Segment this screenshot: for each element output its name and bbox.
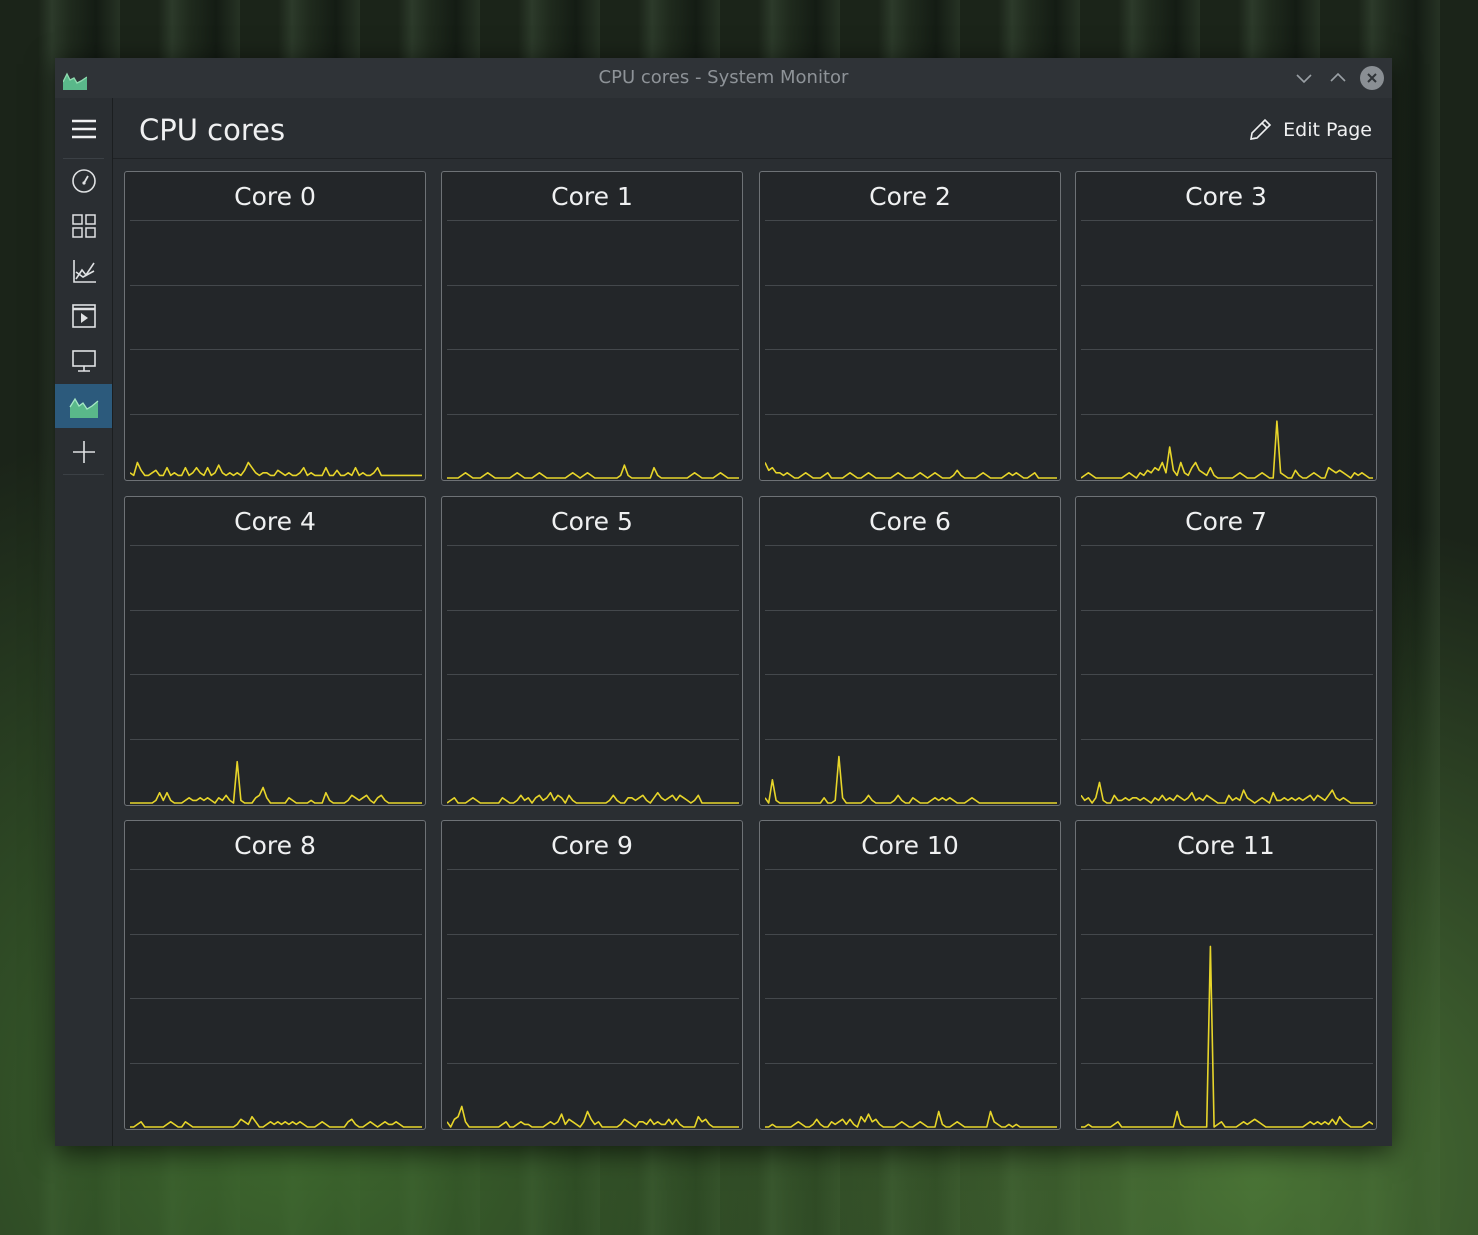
core-card[interactable]: Core 4 <box>124 496 426 806</box>
core-title: Core 1 <box>551 182 633 211</box>
title-bar[interactable]: CPU cores - System Monitor <box>55 58 1392 98</box>
cpu-usage-line <box>765 1110 1057 1128</box>
core-line-chart <box>1081 869 1373 1128</box>
edit-page-button[interactable]: Edit Page <box>1247 113 1372 147</box>
window-title: CPU cores - System Monitor <box>598 67 849 88</box>
core-line-chart <box>765 869 1057 1128</box>
cpu-usage-line <box>130 1115 422 1128</box>
edit-page-label: Edit Page <box>1283 119 1372 141</box>
cpu-usage-line <box>765 462 1057 479</box>
core-card[interactable]: Core 2 <box>759 171 1061 481</box>
core-line-chart <box>130 869 422 1128</box>
cpu-usage-line <box>1081 945 1373 1128</box>
core-line-chart <box>447 869 739 1128</box>
core-line-chart <box>130 220 422 477</box>
core-card[interactable]: Core 5 <box>441 496 743 806</box>
core-card[interactable]: Core 1 <box>441 171 743 481</box>
core-card[interactable]: Core 11 <box>1075 820 1377 1130</box>
cpu-core-grid: Core 0 Core 1 Core 2 Core 3 Core 4 Core … <box>124 171 1380 1134</box>
core-line-chart <box>765 545 1057 804</box>
core-card[interactable]: Core 7 <box>1075 496 1377 806</box>
sidebar-item-processes[interactable] <box>55 294 112 338</box>
core-title: Core 9 <box>551 831 633 860</box>
sidebar-menu-button[interactable] <box>55 107 112 151</box>
page-header: CPU cores Edit Page <box>113 98 1392 159</box>
sidebar-divider <box>63 474 104 475</box>
sidebar-item-cpu-cores[interactable] <box>55 384 112 428</box>
hamburger-menu-icon <box>71 119 96 139</box>
sidebar-item-applications[interactable] <box>55 204 112 248</box>
sidebar-item-display[interactable] <box>55 339 112 383</box>
core-card[interactable]: Core 3 <box>1075 171 1377 481</box>
sidebar <box>55 98 113 1146</box>
system-monitor-window: CPU cores - System Monitor CPU cores Edi… <box>55 58 1392 1146</box>
sidebar-item-history[interactable] <box>55 249 112 293</box>
core-card[interactable]: Core 6 <box>759 496 1061 806</box>
core-title: Core 10 <box>861 831 959 860</box>
add-page-icon <box>72 441 95 463</box>
core-title: Core 6 <box>869 507 951 536</box>
core-line-chart <box>1081 220 1373 479</box>
core-card[interactable]: Core 8 <box>124 820 426 1130</box>
core-title: Core 7 <box>1185 507 1267 536</box>
core-line-chart <box>447 220 739 479</box>
cpu-usage-line <box>130 461 422 477</box>
cpu-usage-line <box>447 464 739 479</box>
core-line-chart <box>765 220 1057 479</box>
minimize-button[interactable] <box>1291 65 1317 91</box>
cpu-usage-line <box>447 1105 739 1128</box>
close-icon <box>1360 66 1384 90</box>
core-title: Core 0 <box>234 182 316 211</box>
cpu-usage-line <box>1081 420 1373 479</box>
cpu-cores-icon <box>68 397 98 418</box>
close-button[interactable] <box>1359 65 1385 91</box>
core-title: Core 3 <box>1185 182 1267 211</box>
core-card[interactable]: Core 10 <box>759 820 1061 1130</box>
core-title: Core 5 <box>551 507 633 536</box>
cpu-usage-line <box>447 791 739 804</box>
core-line-chart <box>447 545 739 804</box>
cpu-usage-line <box>765 755 1057 804</box>
processes-icon <box>71 304 96 328</box>
applications-grid-icon <box>71 214 96 238</box>
history-chart-icon <box>72 260 96 283</box>
core-title: Core 8 <box>234 831 316 860</box>
chevron-up-icon <box>1330 72 1346 82</box>
cpu-usage-line <box>130 760 422 804</box>
display-icon <box>71 350 96 372</box>
speedometer-icon <box>71 169 96 193</box>
sidebar-add-page-button[interactable] <box>55 430 112 474</box>
sidebar-item-overview[interactable] <box>55 159 112 203</box>
pencil-icon <box>1250 118 1272 140</box>
core-title: Core 2 <box>869 182 951 211</box>
core-card[interactable]: Core 0 <box>124 171 426 481</box>
core-line-chart <box>130 545 422 804</box>
chevron-down-icon <box>1296 74 1312 84</box>
cpu-usage-line <box>1081 781 1373 804</box>
core-line-chart <box>1081 545 1373 804</box>
core-title: Core 4 <box>234 507 316 536</box>
page-title: CPU cores <box>139 113 286 147</box>
maximize-button[interactable] <box>1325 65 1351 91</box>
core-card[interactable]: Core 9 <box>441 820 743 1130</box>
core-title: Core 11 <box>1177 831 1275 860</box>
